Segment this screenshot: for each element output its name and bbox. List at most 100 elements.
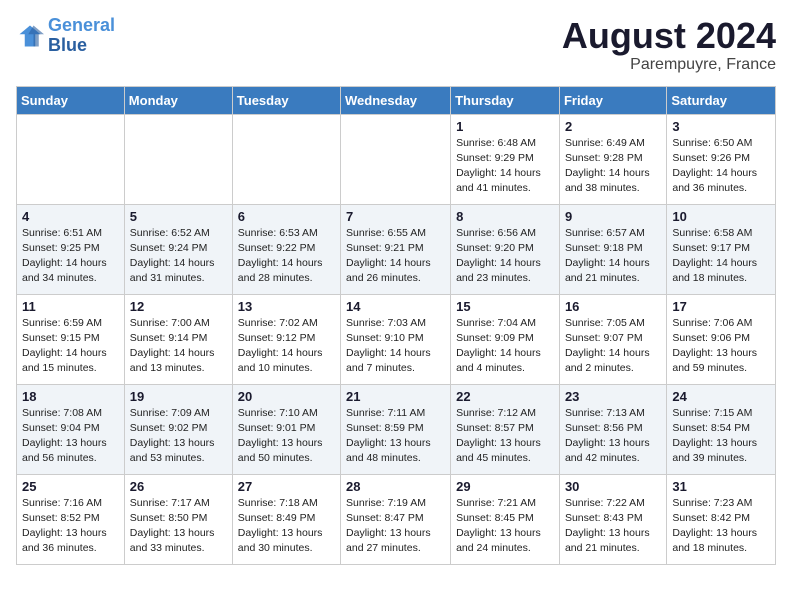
calendar-cell: 2 Sunrise: 6:49 AM Sunset: 9:28 PM Daylig… [559,114,666,204]
weekday-header: Tuesday [232,86,340,114]
weekday-header: Sunday [17,86,125,114]
day-info: Sunrise: 7:03 AM Sunset: 9:10 PM Dayligh… [346,316,445,377]
day-info: Sunrise: 7:05 AM Sunset: 9:07 PM Dayligh… [565,316,661,377]
day-info: Sunrise: 7:23 AM Sunset: 8:42 PM Dayligh… [672,496,770,557]
day-number: 20 [238,389,335,404]
calendar-cell: 21 Sunrise: 7:11 AM Sunset: 8:59 PM Dayli… [341,384,451,474]
day-number: 12 [130,299,227,314]
calendar-cell: 22Sunrise: 7:12 AM Sunset: 8:57 PM Dayli… [451,384,560,474]
calendar-cell: 26 Sunrise: 7:17 AM Sunset: 8:50 PM Dayli… [124,474,232,564]
calendar-cell: 9 Sunrise: 6:57 AM Sunset: 9:18 PM Daylig… [559,204,666,294]
calendar-cell: 10 Sunrise: 6:58 AM Sunset: 9:17 PM Dayli… [667,204,776,294]
day-number: 5 [130,209,227,224]
weekday-header: Saturday [667,86,776,114]
calendar-cell: 19 Sunrise: 7:09 AM Sunset: 9:02 PM Dayli… [124,384,232,474]
calendar-cell: 20 Sunrise: 7:10 AM Sunset: 9:01 PM Dayli… [232,384,340,474]
calendar-cell: 31 Sunrise: 7:23 AM Sunset: 8:42 PM Dayli… [667,474,776,564]
calendar-table: SundayMondayTuesdayWednesdayThursdayFrid… [16,86,776,565]
weekday-header: Thursday [451,86,560,114]
day-info: Sunrise: 7:02 AM Sunset: 9:12 PM Dayligh… [238,316,335,377]
day-number: 9 [565,209,661,224]
day-number: 7 [346,209,445,224]
calendar-cell [232,114,340,204]
day-info: Sunrise: 7:16 AM Sunset: 8:52 PM Dayligh… [22,496,119,557]
day-number: 21 [346,389,445,404]
calendar-cell: 14 Sunrise: 7:03 AM Sunset: 9:10 PM Dayli… [341,294,451,384]
calendar-cell: 18Sunrise: 7:08 AM Sunset: 9:04 PM Dayli… [17,384,125,474]
day-number: 2 [565,119,661,134]
weekday-header: Friday [559,86,666,114]
day-info: Sunrise: 7:17 AM Sunset: 8:50 PM Dayligh… [130,496,227,557]
day-number: 15 [456,299,554,314]
day-number: 3 [672,119,770,134]
day-info: Sunrise: 6:55 AM Sunset: 9:21 PM Dayligh… [346,226,445,287]
calendar-cell: 3 Sunrise: 6:50 AM Sunset: 9:26 PM Daylig… [667,114,776,204]
day-info: Sunrise: 6:57 AM Sunset: 9:18 PM Dayligh… [565,226,661,287]
day-number: 4 [22,209,119,224]
day-info: Sunrise: 6:50 AM Sunset: 9:26 PM Dayligh… [672,136,770,197]
calendar-cell: 27 Sunrise: 7:18 AM Sunset: 8:49 PM Dayli… [232,474,340,564]
day-info: Sunrise: 6:49 AM Sunset: 9:28 PM Dayligh… [565,136,661,197]
logo-icon [16,22,44,50]
logo: General Blue [16,16,115,56]
day-info: Sunrise: 7:19 AM Sunset: 8:47 PM Dayligh… [346,496,445,557]
day-info: Sunrise: 7:06 AM Sunset: 9:06 PM Dayligh… [672,316,770,377]
calendar-cell: 8Sunrise: 6:56 AM Sunset: 9:20 PM Daylig… [451,204,560,294]
day-number: 25 [22,479,119,494]
day-number: 13 [238,299,335,314]
title-block: August 2024 Parempuyre, France [562,16,776,74]
day-info: Sunrise: 6:52 AM Sunset: 9:24 PM Dayligh… [130,226,227,287]
calendar-cell: 25 Sunrise: 7:16 AM Sunset: 8:52 PM Dayli… [17,474,125,564]
day-info: Sunrise: 7:04 AM Sunset: 9:09 PM Dayligh… [456,316,554,377]
month-title: August 2024 [562,16,776,56]
day-number: 31 [672,479,770,494]
calendar-cell: 15 Sunrise: 7:04 AM Sunset: 9:09 PM Dayli… [451,294,560,384]
weekday-header: Monday [124,86,232,114]
day-info: Sunrise: 7:00 AM Sunset: 9:14 PM Dayligh… [130,316,227,377]
day-number: 30 [565,479,661,494]
calendar-cell: 12 Sunrise: 7:00 AM Sunset: 9:14 PM Dayli… [124,294,232,384]
day-number: 23 [565,389,661,404]
calendar-cell: 23 Sunrise: 7:13 AM Sunset: 8:56 PM Dayli… [559,384,666,474]
day-number: 14 [346,299,445,314]
calendar-cell: 17 Sunrise: 7:06 AM Sunset: 9:06 PM Dayli… [667,294,776,384]
day-info: Sunrise: 6:51 AM Sunset: 9:25 PM Dayligh… [22,226,119,287]
day-info: Sunrise: 7:22 AM Sunset: 8:43 PM Dayligh… [565,496,661,557]
calendar-cell: 1Sunrise: 6:48 AM Sunset: 9:29 PM Daylig… [451,114,560,204]
day-number: 10 [672,209,770,224]
day-number: 26 [130,479,227,494]
page-header: General Blue August 2024 Parempuyre, Fra… [16,16,776,74]
location-subtitle: Parempuyre, France [562,56,776,74]
day-number: 19 [130,389,227,404]
day-info: Sunrise: 6:56 AM Sunset: 9:20 PM Dayligh… [456,226,554,287]
day-number: 16 [565,299,661,314]
calendar-cell: 29Sunrise: 7:21 AM Sunset: 8:45 PM Dayli… [451,474,560,564]
day-number: 27 [238,479,335,494]
calendar-cell [124,114,232,204]
day-number: 11 [22,299,119,314]
day-number: 29 [456,479,554,494]
calendar-cell: 30 Sunrise: 7:22 AM Sunset: 8:43 PM Dayli… [559,474,666,564]
calendar-cell: 11 Sunrise: 6:59 AM Sunset: 9:15 PM Dayli… [17,294,125,384]
calendar-cell: 28Sunrise: 7:19 AM Sunset: 8:47 PM Dayli… [341,474,451,564]
calendar-cell: 16 Sunrise: 7:05 AM Sunset: 9:07 PM Dayli… [559,294,666,384]
day-info: Sunrise: 7:11 AM Sunset: 8:59 PM Dayligh… [346,406,445,467]
day-info: Sunrise: 7:18 AM Sunset: 8:49 PM Dayligh… [238,496,335,557]
day-info: Sunrise: 7:13 AM Sunset: 8:56 PM Dayligh… [565,406,661,467]
day-info: Sunrise: 6:58 AM Sunset: 9:17 PM Dayligh… [672,226,770,287]
day-info: Sunrise: 7:12 AM Sunset: 8:57 PM Dayligh… [456,406,554,467]
day-info: Sunrise: 6:59 AM Sunset: 9:15 PM Dayligh… [22,316,119,377]
calendar-cell: 7 Sunrise: 6:55 AM Sunset: 9:21 PM Daylig… [341,204,451,294]
weekday-header: Wednesday [341,86,451,114]
day-info: Sunrise: 6:48 AM Sunset: 9:29 PM Dayligh… [456,136,554,197]
calendar-cell: 4 Sunrise: 6:51 AM Sunset: 9:25 PM Daylig… [17,204,125,294]
calendar-cell [17,114,125,204]
day-info: Sunrise: 7:10 AM Sunset: 9:01 PM Dayligh… [238,406,335,467]
calendar-cell [341,114,451,204]
day-number: 24 [672,389,770,404]
day-info: Sunrise: 7:15 AM Sunset: 8:54 PM Dayligh… [672,406,770,467]
day-number: 6 [238,209,335,224]
calendar-header: SundayMondayTuesdayWednesdayThursdayFrid… [17,86,776,114]
day-info: Sunrise: 7:09 AM Sunset: 9:02 PM Dayligh… [130,406,227,467]
day-number: 17 [672,299,770,314]
